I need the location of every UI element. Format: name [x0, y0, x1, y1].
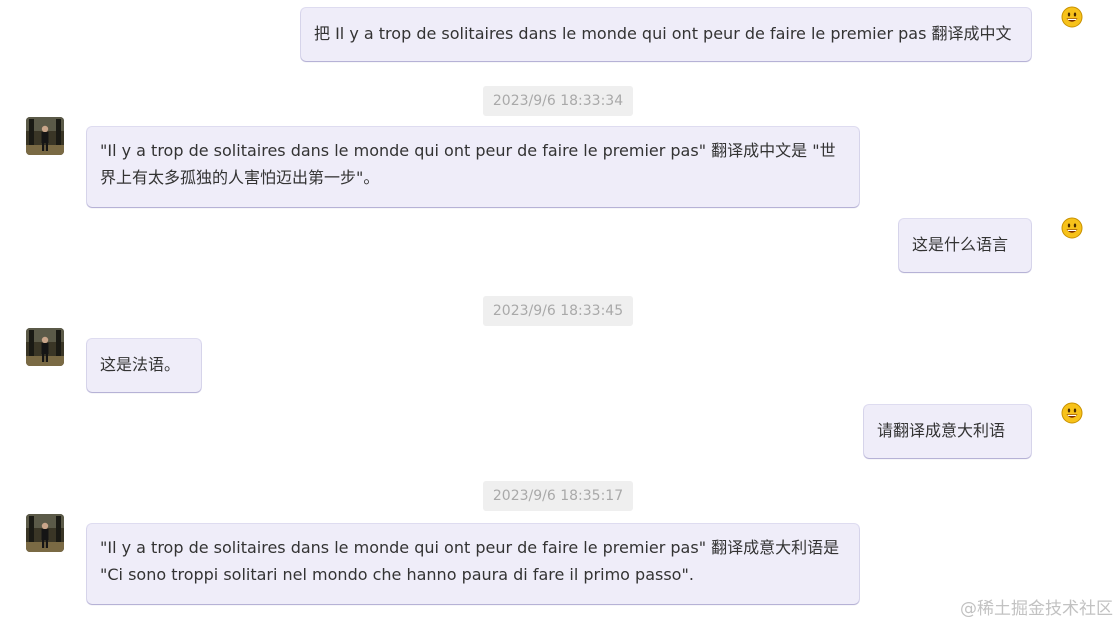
user-message-bubble: 这是什么语言 [899, 219, 1031, 272]
assistant-message-bubble: "Il y a trop de solitaires dans le monde… [87, 524, 859, 604]
smiley-emoji-icon [1061, 6, 1083, 28]
assistant-message-bubble: 这是法语。 [87, 339, 201, 392]
watermark: @稀土掘金技术社区 [960, 599, 1113, 619]
user-message-bubble: 把 Il y a trop de solitaires dans le mond… [301, 8, 1031, 61]
message-text: 这是什么语言 [912, 235, 1009, 254]
message-text: 这是法语。 [100, 355, 181, 374]
message-timestamp: 2023/9/6 18:33:45 [483, 296, 633, 326]
message-timestamp: 2023/9/6 18:33:34 [483, 86, 633, 116]
smiley-emoji-icon [1061, 402, 1083, 424]
message-text: 请翻译成意大利语 [877, 421, 1006, 440]
assistant-avatar [26, 514, 64, 552]
assistant-avatar [26, 328, 64, 366]
message-timestamp: 2023/9/6 18:35:17 [483, 481, 633, 511]
smiley-emoji-icon [1061, 217, 1083, 239]
message-text: "Il y a trop de solitaires dans le monde… [100, 538, 840, 584]
message-text: 把 Il y a trop de solitaires dans le mond… [314, 24, 1012, 43]
user-message-bubble: 请翻译成意大利语 [864, 405, 1031, 458]
message-text: "Il y a trop de solitaires dans le monde… [100, 141, 836, 187]
assistant-message-bubble: "Il y a trop de solitaires dans le monde… [87, 127, 859, 207]
assistant-avatar [26, 117, 64, 155]
